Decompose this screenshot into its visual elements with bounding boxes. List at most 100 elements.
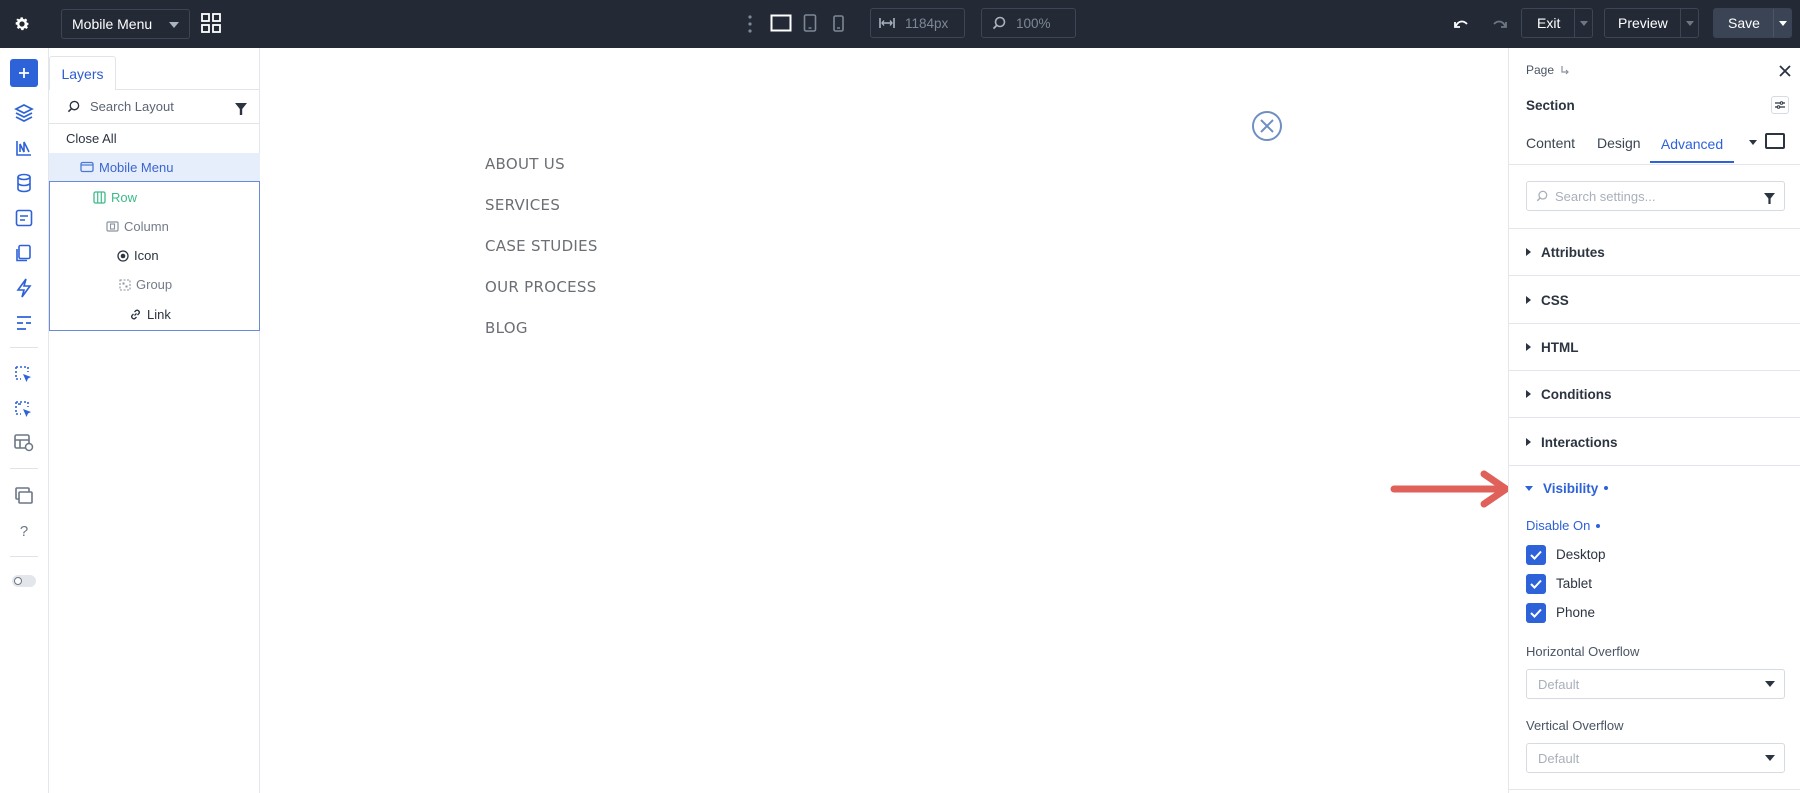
windows-icon[interactable] [12,484,36,508]
styles-icon[interactable] [12,311,36,335]
rail-divider [10,556,38,557]
undo-icon[interactable] [1453,14,1473,39]
add-element-button[interactable] [10,59,38,87]
rail-divider [10,468,38,469]
close-all-button[interactable]: Close All [49,124,260,153]
filter-icon[interactable] [235,102,247,120]
settings-gear-icon[interactable] [10,12,34,36]
chevron-down-icon [1765,681,1775,687]
tab-more-caret[interactable] [1749,140,1757,145]
menu-link-about-us[interactable]: ABOUT US [485,155,565,173]
layouts-grid-icon[interactable] [199,11,223,35]
close-all-label: Close All [66,131,117,146]
zoom-field[interactable]: 100% [981,8,1076,38]
accordion-conditions[interactable]: Conditions [1509,371,1800,418]
lightning-icon[interactable] [12,276,36,300]
tab-design[interactable]: Design [1597,128,1641,158]
row-icon [93,191,106,204]
pages-icon[interactable] [12,241,36,265]
accordion-label: CSS [1541,292,1569,308]
horizontal-overflow-select[interactable]: Default [1526,669,1785,699]
more-vertical-icon[interactable] [747,14,753,34]
preview-dropdown-caret[interactable] [1680,9,1698,37]
tab-layers-label: Layers [61,65,104,82]
settings-search[interactable]: Search settings... [1526,181,1785,211]
layer-item-column[interactable]: Column [49,212,260,241]
menu-link-our-process[interactable]: OUR PROCESS [485,278,597,296]
layers-panel: Layers Search Layout Close All Mobile Me… [49,48,260,793]
tab-layers[interactable]: Layers [49,56,116,90]
column-icon [106,221,119,232]
page-canvas: ABOUT US SERVICES CASE STUDIES OUR PROCE… [260,48,1510,793]
search-icon [1536,190,1548,202]
library-icon[interactable] [12,136,36,160]
help-icon[interactable]: ? [12,519,36,543]
select-element-icon[interactable] [12,363,36,387]
accordion-label: Attributes [1541,244,1605,260]
element-title: Section [1526,98,1575,113]
layer-item-mobile-menu[interactable]: Mobile Menu [49,153,260,182]
close-icon[interactable] [1779,64,1791,82]
settings-search-input[interactable]: Search settings... [1555,189,1655,204]
save-button[interactable]: Save [1713,8,1792,38]
layer-item-link[interactable]: Link [49,300,260,329]
chevron-down-icon [1765,755,1775,761]
chevron-down-icon [1778,20,1787,26]
accordion-css[interactable]: CSS [1509,277,1800,324]
redo-icon[interactable] [1488,14,1508,39]
exit-button[interactable]: Exit [1521,8,1593,38]
presets-icon[interactable] [1771,96,1789,114]
menu-link-services[interactable]: SERVICES [485,196,560,214]
layers-icon[interactable] [12,101,36,125]
preview-layout-icon[interactable] [12,431,36,455]
close-menu-icon[interactable] [1251,110,1283,142]
caret-right-icon [1526,248,1531,256]
checkbox-phone[interactable] [1526,603,1546,623]
search-icon [992,16,1006,30]
layers-search[interactable]: Search Layout [49,90,260,124]
layer-item-row[interactable]: Row [49,183,260,212]
responsive-preview-icon[interactable] [1765,133,1785,149]
form-icon[interactable] [12,206,36,230]
layer-label: Link [147,307,171,322]
filter-icon[interactable] [1764,191,1775,209]
checkbox-tablet[interactable] [1526,574,1546,594]
tablet-view-icon[interactable] [803,14,817,37]
search-icon [67,100,80,113]
layers-search-input[interactable]: Search Layout [90,99,174,114]
layer-item-group[interactable]: Group [49,270,260,299]
save-dropdown-caret[interactable] [1773,9,1791,37]
select-multiple-icon[interactable] [12,398,36,422]
accordion-visibility[interactable]: Visibility [1509,466,1800,510]
canvas-width-field[interactable]: 1184px [870,8,965,38]
theme-toggle[interactable] [12,575,36,587]
checkbox-desktop[interactable] [1526,545,1546,565]
tab-advanced[interactable]: Advanced [1650,126,1734,163]
exit-dropdown-caret[interactable] [1574,9,1592,37]
chevron-down-icon [1685,20,1694,26]
desktop-view-icon[interactable] [770,14,792,37]
menu-link-blog[interactable]: BLOG [485,319,528,337]
accordion-interactions[interactable]: Interactions [1509,419,1800,466]
template-select[interactable]: Mobile Menu [61,9,190,39]
preview-button[interactable]: Preview [1604,8,1699,38]
horizontal-overflow-label: Horizontal Overflow [1526,644,1640,659]
accordion-html[interactable]: HTML [1509,324,1800,371]
layer-item-icon[interactable]: Icon [49,241,260,270]
phone-view-icon[interactable] [833,15,844,37]
left-icon-rail: ? [0,48,49,793]
accordion-label: Conditions [1541,386,1612,402]
checkmark-icon [1530,550,1542,560]
canvas-width-value: 1184px [905,15,949,31]
menu-link-case-studies[interactable]: CASE STUDIES [485,237,598,255]
tab-content[interactable]: Content [1526,128,1575,158]
tabs-divider [1509,164,1800,165]
accordion-attributes[interactable]: Attributes [1509,229,1800,276]
checkbox-label: Tablet [1556,576,1593,591]
vertical-overflow-select[interactable]: Default [1526,743,1785,773]
modified-dot-icon [1596,523,1601,528]
caret-right-icon [1526,343,1531,351]
accordion-label: HTML [1541,339,1579,355]
breadcrumb[interactable]: Page [1526,63,1570,77]
database-icon[interactable] [12,171,36,195]
